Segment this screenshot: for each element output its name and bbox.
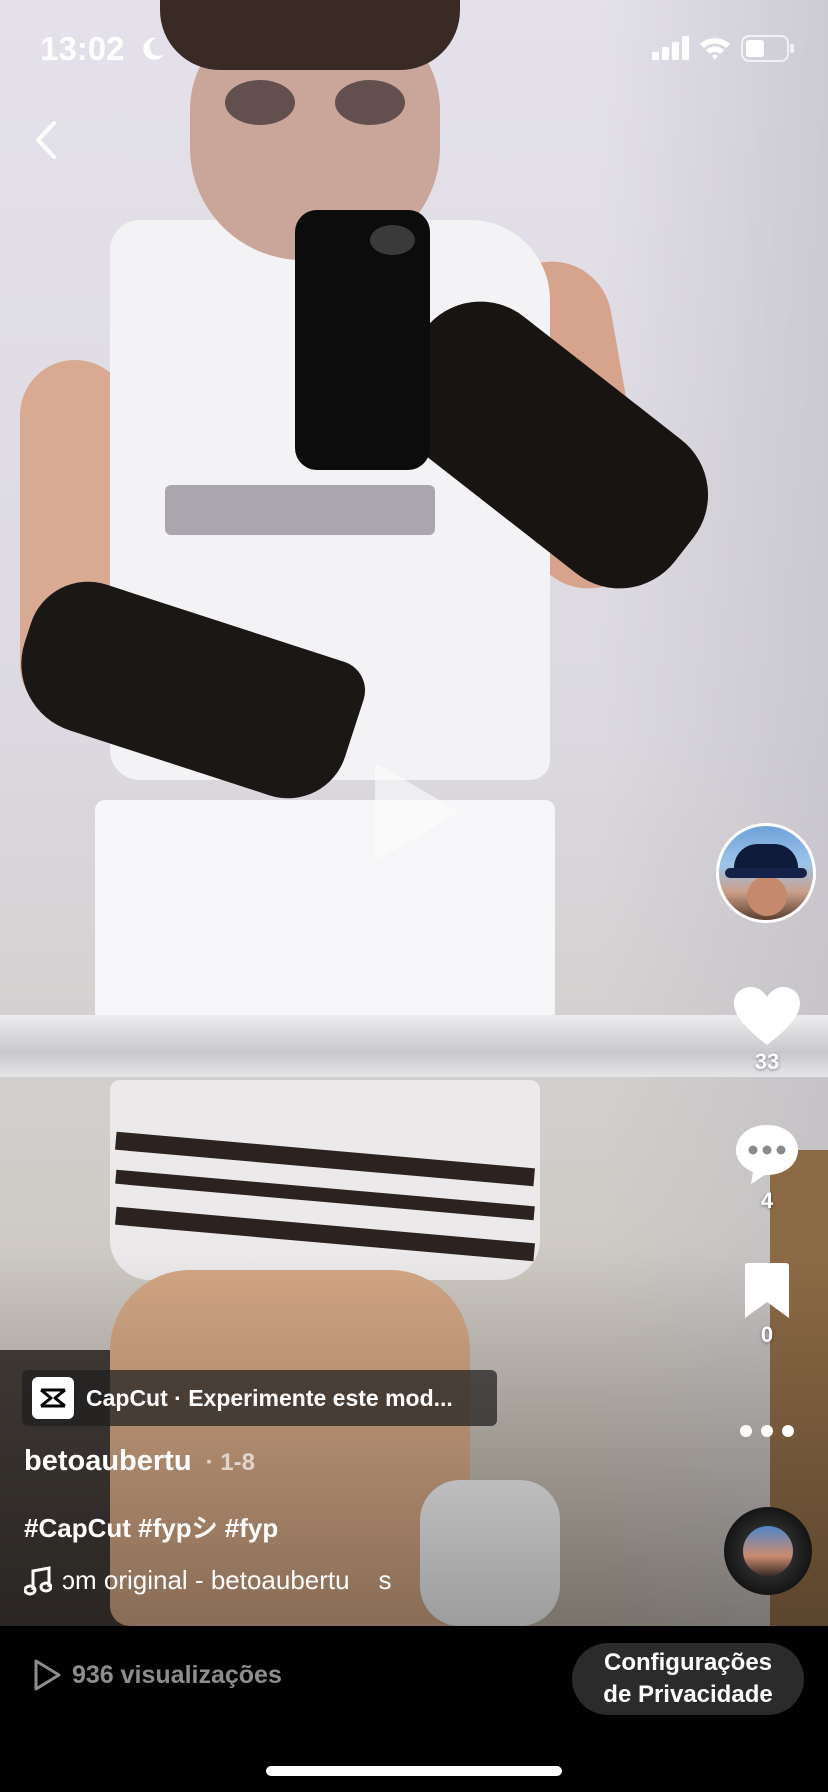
privacy-settings-button[interactable]: Configurações de Privacidade [572, 1643, 804, 1715]
views-indicator[interactable]: 936 visualizações [32, 1658, 282, 1692]
play-icon[interactable] [370, 762, 460, 862]
username[interactable]: betoaubertu [24, 1445, 192, 1478]
save-button[interactable]: 0 [722, 1262, 812, 1348]
post-caption[interactable]: #CapCut #fypシ #fyp [24, 1508, 278, 1545]
bookmark-icon [745, 1263, 789, 1318]
battery-icon [741, 35, 794, 62]
like-button[interactable]: 33 [722, 985, 812, 1075]
heart-icon [734, 987, 800, 1045]
privacy-label-line2: de Privacidade [603, 1681, 773, 1708]
post-date: · 1-8 [205, 1449, 255, 1476]
creator-avatar[interactable] [716, 823, 816, 923]
signal-icon [652, 36, 689, 60]
bottom-bar: 936 visualizações Configurações de Priva… [0, 1626, 828, 1792]
capcut-chip-label: CapCut · Experimente este mod... [86, 1384, 453, 1411]
like-count: 33 [754, 1049, 780, 1074]
music-disc[interactable] [724, 1507, 812, 1595]
status-bar: 13:02 [0, 0, 828, 100]
views-count: 936 visualizações [72, 1660, 282, 1689]
comment-icon [736, 1125, 798, 1184]
avatar-face [747, 876, 787, 916]
music-disc-cover [743, 1526, 793, 1576]
music-note-icon [24, 1565, 52, 1595]
privacy-label-line1: Configurações [603, 1649, 773, 1676]
avatar-hat-brim [725, 868, 807, 878]
author-row: betoaubertu · 1-8 [24, 1445, 255, 1478]
home-indicator[interactable] [266, 1766, 562, 1776]
video-scene [95, 800, 555, 1040]
sound-label: ɔm original - betoaubertu s [62, 1565, 392, 1595]
status-time: 13:02 [40, 30, 125, 67]
video-scene [165, 485, 435, 535]
play-outline-icon [34, 1659, 61, 1691]
save-count: 0 [760, 1322, 774, 1347]
more-icon[interactable] [738, 1418, 796, 1444]
video-scene [370, 225, 415, 255]
comment-button[interactable]: 4 [722, 1122, 812, 1214]
moon-icon [143, 37, 164, 60]
wifi-icon [700, 38, 730, 60]
sound-row[interactable]: ɔm original - betoaubertu s [24, 1565, 392, 1596]
capcut-logo-icon [32, 1377, 74, 1419]
video-scene [0, 1015, 828, 1077]
capcut-template-chip[interactable]: CapCut · Experimente este mod... [22, 1370, 497, 1426]
comment-count: 4 [760, 1188, 774, 1213]
back-icon[interactable] [28, 115, 68, 165]
